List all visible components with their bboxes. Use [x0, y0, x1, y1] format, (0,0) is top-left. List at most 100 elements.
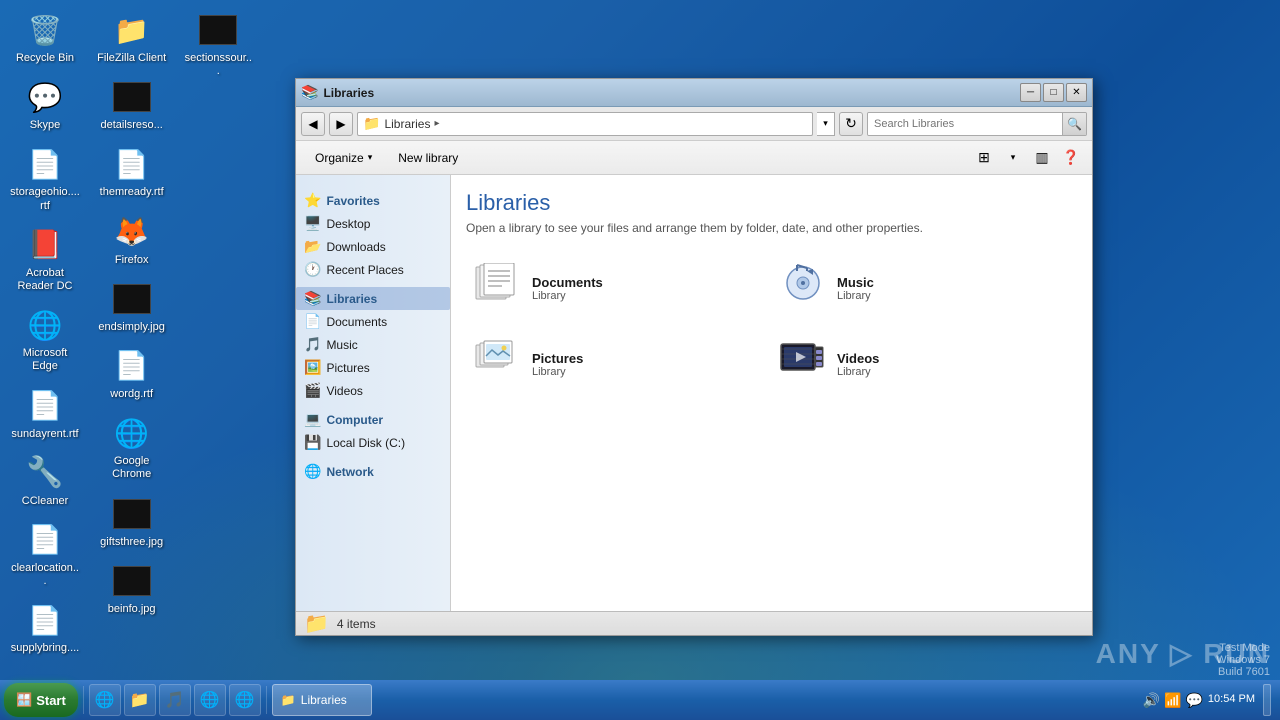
address-dropdown-btn[interactable]: ▾ — [817, 112, 835, 136]
detailsreso-label: detailsreso... — [100, 119, 162, 132]
desktop-icon-giftsthree[interactable]: giftsthree.jpg — [92, 489, 172, 554]
sundayrent-label: sundayrent.rtf — [11, 428, 78, 441]
taskbar-explorer-button[interactable]: 📁 — [124, 684, 156, 716]
toolbar: Organize ▾ New library ⊞ ▾ ▥ ❓ — [296, 141, 1092, 175]
desktop-icon-detailsreso[interactable]: detailsreso... — [92, 72, 172, 137]
desktop-icon-wordg[interactable]: 📄 wordg.rtf — [92, 341, 172, 406]
organize-dropdown-icon: ▾ — [368, 152, 373, 163]
close-button[interactable]: ✕ — [1066, 83, 1087, 102]
organize-button[interactable]: Organize ▾ — [304, 145, 383, 171]
maximize-button[interactable]: □ — [1043, 83, 1064, 102]
acrobat-icon: 📕 — [25, 225, 65, 265]
taskbar-divider-1 — [83, 686, 84, 714]
desktop-icon-recycle-bin[interactable]: 🗑️ Recycle Bin — [5, 5, 85, 70]
desktop-icon-themready[interactable]: 📄 themready.rtf — [92, 139, 172, 204]
recent-places-icon: 🕐 — [304, 261, 321, 278]
library-item-videos[interactable]: Videos Library — [771, 331, 1066, 397]
tray-action-center-icon[interactable]: 💬 — [1185, 692, 1202, 709]
library-item-music[interactable]: Music Library — [771, 255, 1066, 321]
clearlocation-label: clearlocation... — [10, 562, 80, 588]
start-button[interactable]: 🪟 Start — [4, 683, 78, 717]
recycle-bin-label: Recycle Bin — [16, 52, 74, 65]
libraries-nav-label: Libraries — [326, 292, 377, 306]
view-mode-button[interactable]: ⊞ — [971, 145, 997, 171]
library-item-pictures[interactable]: Pictures Library — [466, 331, 761, 397]
address-arrow: ▸ — [434, 118, 439, 129]
preview-pane-button[interactable]: ▥ — [1029, 145, 1055, 171]
sidebar-section-favorites: ⭐ Favorites 🖥️ Desktop 📂 Downloads 🕐 Rec… — [296, 189, 450, 281]
search-input[interactable] — [868, 113, 1062, 135]
sidebar-header-favorites[interactable]: ⭐ Favorites — [296, 189, 450, 212]
library-grid: Documents Library — [466, 255, 1066, 397]
organize-label: Organize — [315, 151, 364, 165]
supplybring-label: supplybring.... — [11, 642, 79, 655]
status-folder-icon: 📁 — [304, 611, 329, 636]
minimize-button[interactable]: ─ — [1020, 83, 1041, 102]
sidebar-item-documents[interactable]: 📄 Documents — [296, 310, 450, 333]
view-dropdown-button[interactable]: ▾ — [1000, 145, 1026, 171]
taskbar-media-button[interactable]: 🎵 — [159, 684, 191, 716]
sidebar-item-desktop[interactable]: 🖥️ Desktop — [296, 212, 450, 235]
tray-network-icon[interactable]: 📶 — [1164, 692, 1181, 709]
recent-places-label: Recent Places — [326, 263, 403, 277]
desktop-icon-clearlocation[interactable]: 📄 clearlocation... — [5, 515, 85, 593]
sidebar-header-libraries[interactable]: 📚 Libraries — [296, 287, 450, 310]
desktop-icon-edge[interactable]: 🌐 Microsoft Edge — [5, 300, 85, 378]
pictures-info: Pictures Library — [532, 351, 583, 378]
desktop-icon-ccleaner[interactable]: 🔧 CCleaner — [5, 448, 85, 513]
desktop-icon-acrobat[interactable]: 📕 Acrobat Reader DC — [5, 220, 85, 298]
forward-button[interactable]: ▶ — [329, 112, 353, 136]
sidebar-item-music[interactable]: 🎵 Music — [296, 333, 450, 356]
desktop-icons-container: 🗑️ Recycle Bin 💬 Skype 📄 storageohio....… — [5, 5, 265, 665]
skype-label: Skype — [30, 119, 61, 132]
refresh-button[interactable]: ↻ — [839, 112, 863, 136]
sidebar-item-local-disk[interactable]: 💾 Local Disk (C:) — [296, 431, 450, 454]
themready-label: themready.rtf — [100, 186, 164, 199]
content-area: Libraries Open a library to see your fil… — [451, 175, 1092, 611]
taskbar-edge-button[interactable]: 🌐 — [229, 684, 261, 716]
new-library-button[interactable]: New library — [387, 145, 469, 171]
desktop-icon-storageohio[interactable]: 📄 storageohio....rtf — [5, 139, 85, 217]
storageohio-icon: 📄 — [25, 144, 65, 184]
sidebar-header-network[interactable]: 🌐 Network — [296, 460, 450, 483]
desktop-icon-skype[interactable]: 💬 Skype — [5, 72, 85, 137]
acrobat-label: Acrobat Reader DC — [10, 267, 80, 293]
desktop-icon-endsimply[interactable]: endsimply.jpg — [92, 274, 172, 339]
desktop-icon-firefox[interactable]: 🦊 Firefox — [92, 207, 172, 272]
clock[interactable]: 10:54 PM — [1208, 692, 1255, 707]
address-field[interactable]: 📁 Libraries ▸ — [357, 112, 813, 136]
videos-sidebar-icon: 🎬 — [304, 382, 321, 399]
desktop-icon-filezilla[interactable]: 📁 FileZilla Client — [92, 5, 172, 70]
taskbar-libraries-task[interactable]: 📁 Libraries — [272, 684, 372, 716]
taskbar-chrome-button[interactable]: 🌐 — [194, 684, 226, 716]
tray-volume-icon[interactable]: 🔊 — [1143, 692, 1160, 709]
videos-type: Library — [837, 366, 879, 378]
sidebar-item-recent-places[interactable]: 🕐 Recent Places — [296, 258, 450, 281]
documents-type: Library — [532, 290, 603, 302]
endsimply-icon — [112, 279, 152, 319]
detailsreso-icon — [112, 77, 152, 117]
taskbar-ie-button[interactable]: 🌐 — [89, 684, 121, 716]
documents-name: Documents — [532, 275, 603, 290]
firefox-icon: 🦊 — [112, 212, 152, 252]
search-button[interactable]: 🔍 — [1062, 113, 1086, 135]
library-item-documents[interactable]: Documents Library — [466, 255, 761, 321]
desktop-icon-chrome[interactable]: 🌐 Google Chrome — [92, 408, 172, 486]
sidebar-item-downloads[interactable]: 📂 Downloads — [296, 235, 450, 258]
desktop-nav-label: Desktop — [326, 217, 370, 231]
sidebar-header-computer[interactable]: 💻 Computer — [296, 408, 450, 431]
back-button[interactable]: ◀ — [301, 112, 325, 136]
sidebar-item-videos[interactable]: 🎬 Videos — [296, 379, 450, 402]
start-label: Start — [36, 693, 66, 708]
documents-info: Documents Library — [532, 275, 603, 302]
desktop-icon-supplybring[interactable]: 📄 supplybring.... — [5, 595, 85, 660]
desktop-icon-sectionssour[interactable]: sectionssour... — [178, 5, 258, 83]
new-library-label: New library — [398, 151, 458, 165]
show-desktop-button[interactable] — [1263, 684, 1271, 716]
window-title: Libraries — [323, 86, 1020, 100]
sidebar-item-pictures[interactable]: 🖼️ Pictures — [296, 356, 450, 379]
network-label: Network — [326, 465, 373, 479]
desktop-icon-beinfo[interactable]: beinfo.jpg — [92, 556, 172, 621]
desktop-icon-sundayrent[interactable]: 📄 sundayrent.rtf — [5, 381, 85, 446]
help-button[interactable]: ❓ — [1058, 145, 1084, 171]
